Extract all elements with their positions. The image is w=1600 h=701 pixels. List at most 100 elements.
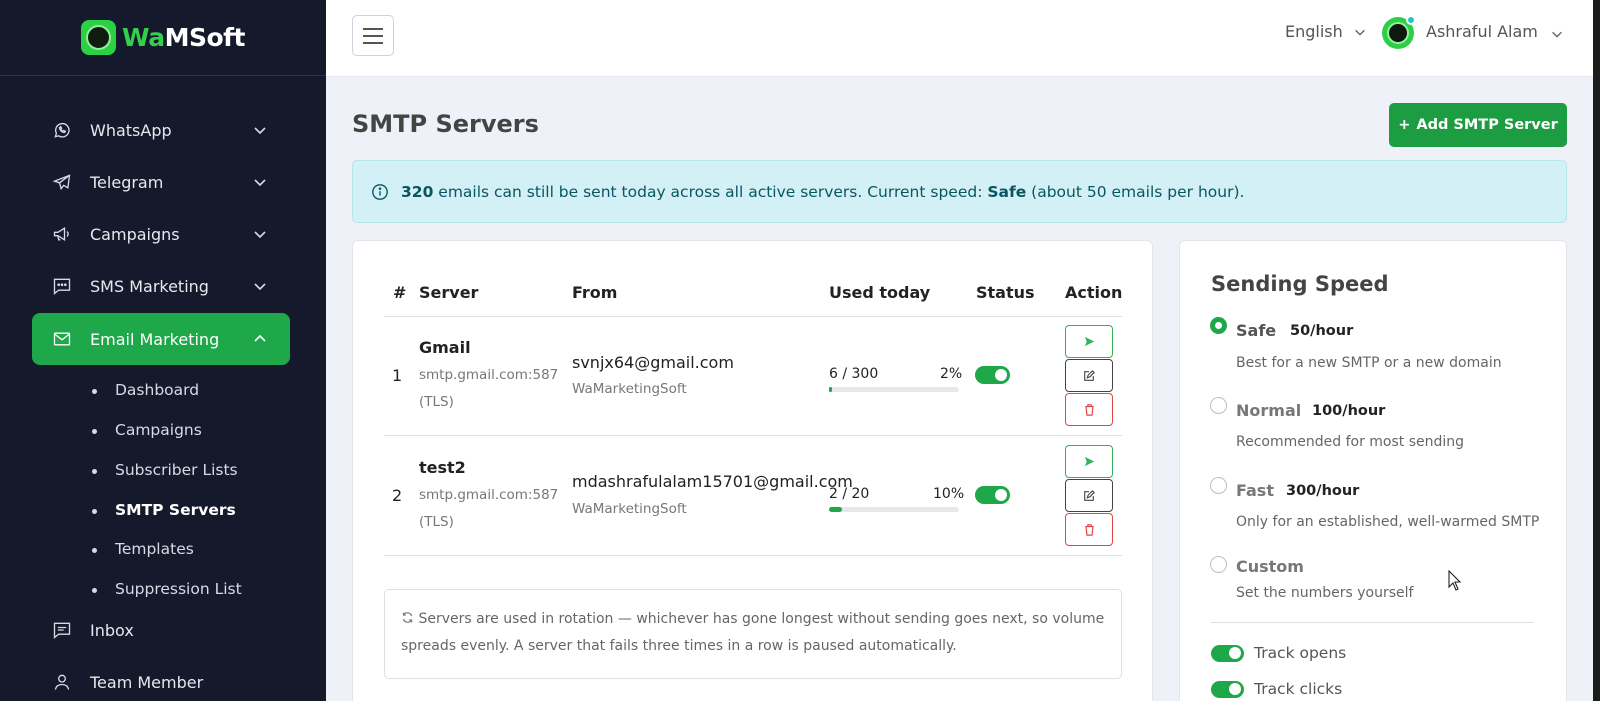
sidebar-item-email-marketing[interactable]: Email Marketing [32,313,290,365]
track-opens-setting[interactable]: Track opens [1211,644,1346,662]
mail-icon [52,329,72,349]
send-icon [1084,456,1094,467]
usage-progress-bar [829,507,959,512]
sidebar-item-whatsapp[interactable]: WhatsApp [32,104,290,156]
table-divider [384,555,1122,556]
sidebar-subitem-smtp-servers[interactable]: SMTP Servers [92,501,236,519]
from-email: svnjx64@gmail.com [572,353,734,372]
speed-option-rate: 50/hour [1290,323,1354,339]
sidebar-item-sms-marketing[interactable]: SMS Marketing [32,260,290,312]
sidebar-item-team-member[interactable]: Team Member [32,656,290,701]
page-title: SMTP Servers [352,110,539,138]
from-name: WaMarketingSoft [572,381,687,397]
user-menu[interactable]: Ashraful Alam [1382,15,1564,49]
speed-radio-normal[interactable] [1210,397,1227,414]
plus-icon: + [1398,117,1411,133]
track-opens-label: Track opens [1254,644,1347,662]
sidebar-subitem-subscriber-lists[interactable]: Subscriber Lists [92,461,238,479]
speed-option-rate: 100/hour [1312,403,1386,419]
sidebar-subitem-suppression-list[interactable]: Suppression List [92,580,242,598]
refresh-icon [402,612,413,623]
send-test-button[interactable] [1065,325,1113,358]
speed-option-desc: Set the numbers yourself [1236,585,1414,601]
sidebar-item-inbox[interactable]: Inbox [32,604,290,656]
edit-icon [1084,489,1095,501]
sidebar-item-label: Telegram [90,172,164,192]
language-selector[interactable]: English [1285,22,1367,41]
brand-logo-icon [81,20,117,55]
from-email: mdashrafulalam15701@gmail.com [572,472,853,491]
usage-progress-fill [829,387,832,392]
language-label: English [1285,22,1343,41]
mouse-cursor-icon [1448,570,1462,591]
chevron-down-icon [254,127,266,135]
add-smtp-server-button[interactable]: + Add SMTP Server [1389,103,1567,147]
sidebar-item-telegram[interactable]: Telegram [32,156,290,208]
delete-server-button[interactable] [1065,513,1113,546]
avatar [1382,15,1416,49]
col-header-from: From [572,283,618,302]
brand[interactable]: WaMSoft [0,0,326,76]
col-header-used-today: Used today [829,283,931,302]
alert-text: 320 emails can still be sent today acros… [401,183,1244,201]
info-alert: 320 emails can still be sent today acros… [352,160,1567,223]
speed-option-desc: Only for an established, well-warmed SMT… [1236,514,1540,530]
alert-text-part: emails can still be sent today across al… [433,182,988,201]
sidebar-subitem-templates[interactable]: Templates [92,540,194,558]
edit-server-button[interactable] [1065,359,1113,392]
window-scrollbar[interactable] [1593,0,1600,701]
speed-radio-safe[interactable] [1210,317,1227,334]
add-smtp-server-label: Add SMTP Server [1416,117,1558,133]
brand-name: WaMSoft [122,23,245,52]
sidebar: WaMSoft WhatsApp Telegram Campaigns SMS … [0,0,326,701]
chevron-up-icon [254,334,266,342]
usage-count: 6 / 300 [829,366,879,382]
usage-percent: 10% [933,486,965,502]
server-status-toggle[interactable] [975,486,1010,504]
whatsapp-icon [52,120,72,140]
rotation-note-text: Servers are used in rotation — whichever… [401,611,1105,654]
alert-speed: Safe [987,182,1027,201]
chevron-down-icon [1552,31,1562,38]
server-status-toggle[interactable] [975,366,1010,384]
sidebar-item-label: Campaigns [90,224,180,244]
speed-radio-custom[interactable] [1210,556,1227,573]
menu-toggle-button[interactable] [352,15,394,56]
chevron-down-icon [254,283,266,291]
edit-server-button[interactable] [1065,479,1113,512]
server-host: smtp.gmail.com:587 (TLS) [419,482,558,536]
chevron-down-icon [254,179,266,187]
send-icon [1084,336,1094,347]
usage-progress-bar [829,387,959,392]
send-test-button[interactable] [1065,445,1113,478]
track-opens-toggle[interactable] [1211,644,1244,662]
track-clicks-setting[interactable]: Track clicks [1211,680,1342,698]
speed-divider [1211,622,1534,623]
sidebar-item-label: WhatsApp [90,120,172,140]
topbar: English Ashraful Alam [326,0,1593,77]
col-header-status: Status [976,283,1035,302]
col-header-number: # [393,283,407,302]
server-name: test2 [419,458,466,477]
usage-percent: 2% [940,366,963,382]
track-clicks-toggle[interactable] [1211,680,1244,698]
delete-server-button[interactable] [1065,393,1113,426]
sidebar-subitem-dashboard[interactable]: Dashboard [91,381,199,399]
alert-text-part: (about 50 emails per hour). [1026,182,1245,201]
server-security: (TLS) [419,394,454,410]
usage-count: 2 / 20 [829,486,870,502]
user-name: Ashraful Alam [1426,21,1538,41]
track-clicks-label: Track clicks [1254,680,1343,698]
speed-option-name: Normal [1236,401,1302,420]
trash-icon [1084,523,1094,536]
server-host-address: smtp.gmail.com:587 [419,367,559,383]
sidebar-item-campaigns[interactable]: Campaigns [32,208,290,260]
sidebar-item-label: SMS Marketing [90,276,209,296]
server-name: Gmail [419,338,471,357]
speed-option-rate: 300/hour [1286,483,1360,499]
sidebar-subitem-campaigns[interactable]: Campaigns [92,421,202,439]
col-header-server: Server [419,283,479,302]
speed-option-desc: Recommended for most sending [1236,434,1465,450]
speed-radio-fast[interactable] [1210,477,1227,494]
rotation-note: Servers are used in rotation — whichever… [384,589,1122,679]
